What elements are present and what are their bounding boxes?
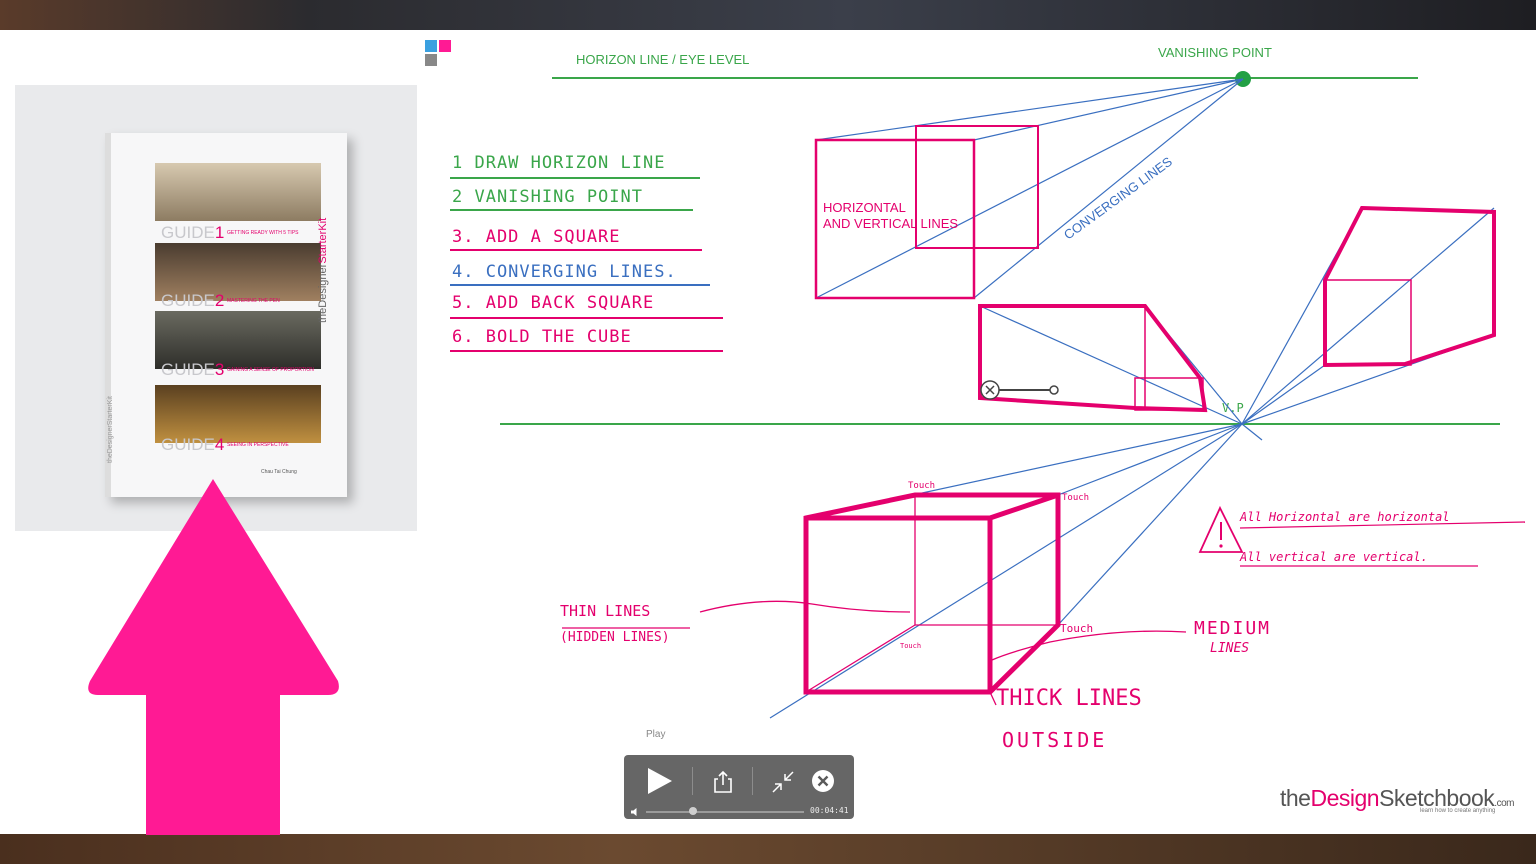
thin-lines-note: THIN LINES xyxy=(560,602,651,620)
divider xyxy=(752,767,753,795)
exit-fullscreen-button[interactable] xyxy=(768,767,798,797)
cursor-icon xyxy=(980,380,1059,400)
share-icon xyxy=(714,770,732,793)
hv-label-1: HORIZONTAL xyxy=(823,200,906,215)
horizon-label: HORIZON LINE / EYE LEVEL xyxy=(576,52,749,67)
collapse-icon xyxy=(772,771,794,793)
progress-thumb[interactable] xyxy=(689,807,698,815)
play-tooltip: Play xyxy=(646,729,666,740)
step-1: 1 DRAW HORIZON LINE xyxy=(452,153,666,173)
thick-lines-note: THICK LINES xyxy=(996,686,1142,711)
play-icon xyxy=(648,768,672,794)
progress-track[interactable] xyxy=(646,811,804,813)
touch-note-4: Touch xyxy=(900,642,921,650)
brand-tagline: learn how to create anything xyxy=(1420,808,1496,814)
touch-note-3: Touch xyxy=(1060,622,1093,635)
divider xyxy=(692,767,693,795)
note-horizontal: All Horizontal are horizontal xyxy=(1240,510,1450,524)
step-3: 3. ADD A SQUARE xyxy=(452,227,621,247)
medium-lines-note: LINES xyxy=(1210,641,1250,656)
step-4: 4. CONVERGING LINES. xyxy=(452,262,677,282)
time-display: 00:04:41 xyxy=(810,806,849,815)
share-button[interactable] xyxy=(708,767,738,797)
step-6: 6. BOLD THE CUBE xyxy=(452,327,632,347)
close-button[interactable] xyxy=(810,768,836,794)
step-2: 2 VANISHING POINT xyxy=(452,187,643,207)
close-icon xyxy=(812,770,834,792)
step-5: 5. ADD BACK SQUARE xyxy=(452,293,655,313)
volume-icon[interactable] xyxy=(630,807,640,817)
play-button[interactable] xyxy=(642,765,676,797)
touch-note-1: Touch xyxy=(908,481,935,491)
video-player-controls: 00:04:41 xyxy=(624,755,854,819)
warning-icon xyxy=(1198,505,1244,553)
outside-note: OUTSIDE xyxy=(1002,728,1108,752)
vanishing-label: VANISHING POINT xyxy=(1158,45,1272,60)
note-vertical: All vertical are vertical. xyxy=(1240,550,1428,564)
converging-label: CONVERGING LINES xyxy=(1061,154,1175,243)
perspective-drawing: HORIZON LINE / EYE LEVEL VANISHING POINT… xyxy=(450,45,1526,719)
hidden-lines-note: (HIDDEN LINES) xyxy=(560,630,670,645)
medium-note: MEDIUM xyxy=(1194,618,1272,639)
hv-label-2: AND VERTICAL LINES xyxy=(823,216,958,231)
touch-note-2: Touch xyxy=(1062,493,1089,503)
